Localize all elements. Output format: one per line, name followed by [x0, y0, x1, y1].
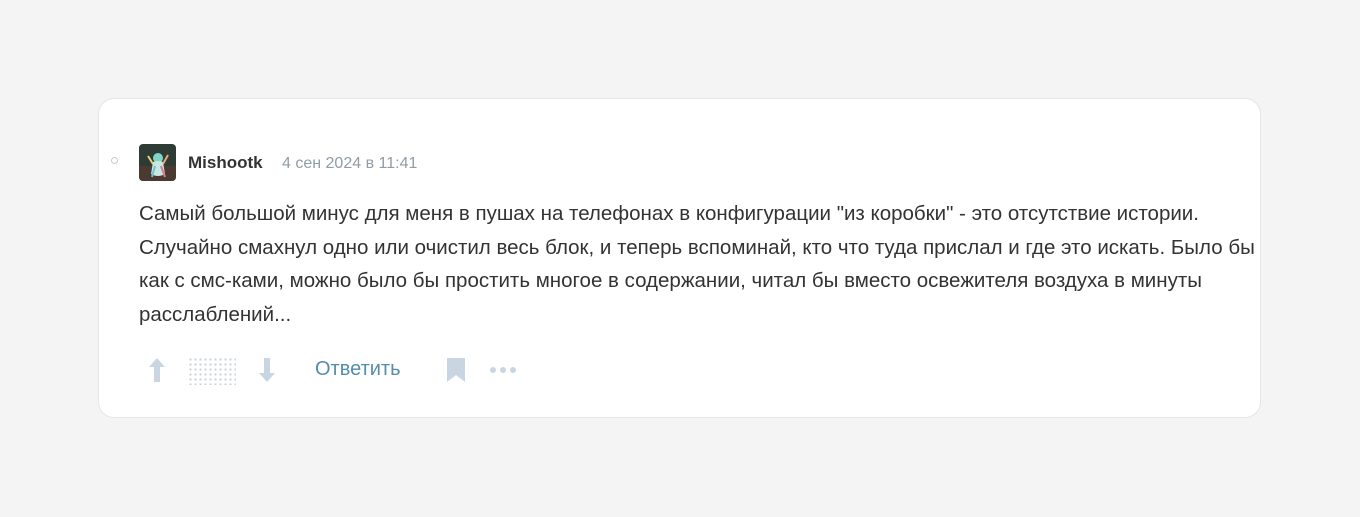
reply-button[interactable]: Ответить	[315, 358, 401, 381]
rating-score-hidden	[188, 357, 236, 385]
arrow-down-icon	[259, 358, 275, 382]
comment-card: Mishootk 4 сен 2024 в 11:41 Самый большо…	[98, 98, 1261, 418]
comment-actions: Ответить	[99, 352, 1260, 388]
more-options-button[interactable]	[488, 357, 522, 383]
downvote-button[interactable]	[257, 356, 277, 384]
comment-timestamp[interactable]: 4 сен 2024 в 11:41	[282, 155, 417, 173]
upvote-button[interactable]	[147, 356, 167, 384]
arrow-up-icon	[149, 358, 165, 382]
bookmark-button[interactable]	[446, 357, 466, 383]
comment-text: Самый большой минус для меня в пушах на …	[139, 202, 1255, 326]
avatar[interactable]	[139, 144, 176, 181]
more-dots-icon	[490, 367, 516, 373]
avatar-image	[139, 144, 176, 181]
author-name[interactable]: Mishootk	[188, 153, 263, 173]
bookmark-icon	[447, 358, 465, 382]
unread-indicator	[111, 157, 118, 164]
